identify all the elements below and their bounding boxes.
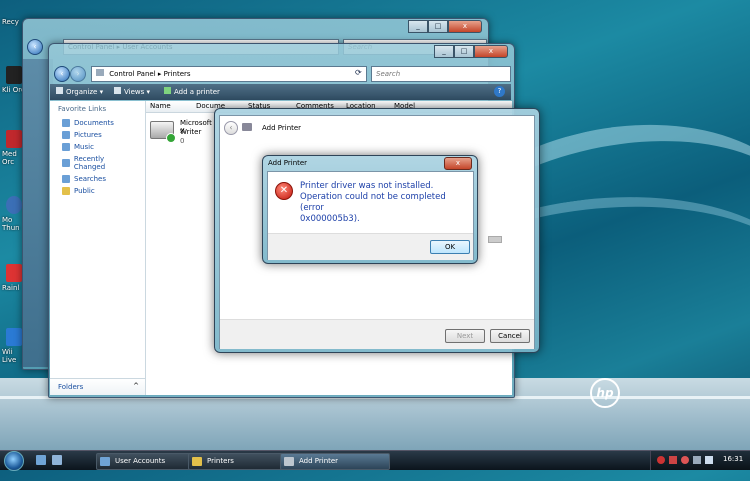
organize-button[interactable]: Organize ▾	[56, 84, 103, 100]
error-message: Printer driver was not installed. Operat…	[300, 181, 470, 225]
printer-item[interactable]: Microsoft X Writer 0	[148, 117, 218, 147]
forward-button[interactable]: ›	[70, 66, 86, 82]
progress-fragment	[488, 236, 502, 243]
refresh-icon[interactable]: ⟳	[355, 68, 362, 77]
default-checkmark-icon	[166, 133, 176, 143]
system-tray: 16:31	[650, 451, 750, 470]
clock[interactable]: 16:31	[723, 455, 743, 463]
app-icon	[6, 66, 22, 84]
taskbar-item-user-accounts[interactable]: User Accounts	[96, 453, 202, 470]
column-header-name[interactable]: Name	[150, 101, 171, 112]
add-printer-icon	[164, 87, 171, 94]
error-icon: ✕	[275, 182, 293, 200]
minimize-button[interactable]: _	[434, 45, 454, 58]
printers-folder-icon	[192, 457, 202, 466]
help-icon[interactable]: ?	[494, 86, 505, 97]
nav-link-music[interactable]: Music	[50, 141, 145, 153]
printer-sub: Writer	[180, 128, 202, 136]
taskbar-item-add-printer[interactable]: Add Printer	[280, 453, 390, 470]
pictures-icon	[62, 131, 70, 139]
close-button[interactable]: x	[444, 157, 472, 170]
error-dialog-body: ✕ Printer driver was not installed. Oper…	[267, 171, 474, 260]
error-message-line: Printer driver was not installed.	[300, 181, 434, 191]
nav-link-recently-changed[interactable]: Recently Changed	[50, 153, 145, 173]
nav-link-searches[interactable]: Searches	[50, 173, 145, 185]
add-printer-button[interactable]: Add a printer	[164, 84, 220, 100]
recently-changed-icon	[62, 159, 70, 167]
network-icon[interactable]	[693, 456, 701, 464]
app-icon	[6, 196, 22, 214]
address-bar[interactable]: Control Panel ▸ Printers	[91, 66, 367, 82]
maximize-button[interactable]: □	[454, 45, 474, 58]
window-controls: _ □ x	[434, 45, 508, 58]
nav-link-public[interactable]: Public	[50, 185, 145, 197]
printer-folder-icon	[96, 69, 104, 76]
window-controls: _ □ x	[408, 20, 482, 33]
folders-label: Folders	[58, 383, 84, 391]
tray-icon[interactable]	[681, 456, 689, 464]
favorite-links-header: Favorite Links	[58, 105, 107, 113]
app-icon	[6, 264, 22, 282]
nav-link-documents[interactable]: Documents	[50, 117, 145, 129]
ok-button[interactable]: OK	[430, 240, 470, 254]
views-button[interactable]: Views ▾	[114, 84, 150, 100]
address-part[interactable]: Control Panel	[109, 70, 155, 78]
error-message-line: Operation could not be completed (error	[300, 192, 446, 213]
error-dialog[interactable]: Add Printer x ✕ Printer driver was not i…	[262, 155, 478, 264]
tray-icon[interactable]	[669, 456, 677, 464]
public-folder-icon	[62, 187, 70, 195]
taskbar: User Accounts Printers Add Printer 16:31	[0, 450, 750, 471]
printer-icon	[242, 123, 252, 131]
close-icon: x	[455, 159, 461, 167]
taskbar-item-printers[interactable]: Printers	[188, 453, 294, 470]
wizard-back-button[interactable]: ‹	[224, 121, 238, 135]
nav-link-pictures[interactable]: Pictures	[50, 129, 145, 141]
switch-windows-icon[interactable]	[52, 455, 62, 465]
navigation-pane: Favorite Links Documents Pictures Music …	[50, 101, 146, 395]
show-desktop-icon[interactable]	[36, 455, 46, 465]
hp-logo-icon: hp	[590, 378, 620, 408]
back-button[interactable]: ‹	[54, 66, 70, 82]
printer-doc-count: 0	[180, 137, 185, 145]
printer-icon	[284, 457, 294, 466]
user-accounts-icon	[100, 457, 110, 466]
searches-icon	[62, 175, 70, 183]
folders-toggle[interactable]: Folders ^	[50, 378, 145, 395]
close-button[interactable]: x	[474, 45, 508, 58]
next-button[interactable]: Next	[445, 329, 485, 343]
documents-icon	[62, 119, 70, 127]
maximize-button[interactable]: □	[428, 20, 448, 33]
start-button[interactable]	[4, 451, 24, 471]
views-icon	[114, 87, 121, 94]
error-message-line: 0x000005b3).	[300, 214, 360, 224]
back-button[interactable]: ‹	[27, 39, 43, 55]
wizard-footer	[220, 319, 534, 349]
volume-icon[interactable]	[705, 456, 713, 464]
cancel-button[interactable]: Cancel	[490, 329, 530, 343]
organize-icon	[56, 87, 63, 94]
close-button[interactable]: x	[448, 20, 482, 33]
address-part[interactable]: Printers	[164, 70, 191, 78]
app-icon	[6, 328, 22, 346]
command-bar: Organize ▾ Views ▾ Add a printer ?	[50, 84, 511, 100]
search-input[interactable]: Search	[371, 66, 511, 82]
minimize-button[interactable]: _	[408, 20, 428, 33]
chevron-up-icon: ^	[133, 382, 139, 390]
error-dialog-title: Add Printer	[268, 159, 308, 167]
app-icon	[6, 130, 22, 148]
music-icon	[62, 143, 70, 151]
tray-icon[interactable]	[657, 456, 665, 464]
wizard-title: Add Printer	[262, 124, 302, 132]
